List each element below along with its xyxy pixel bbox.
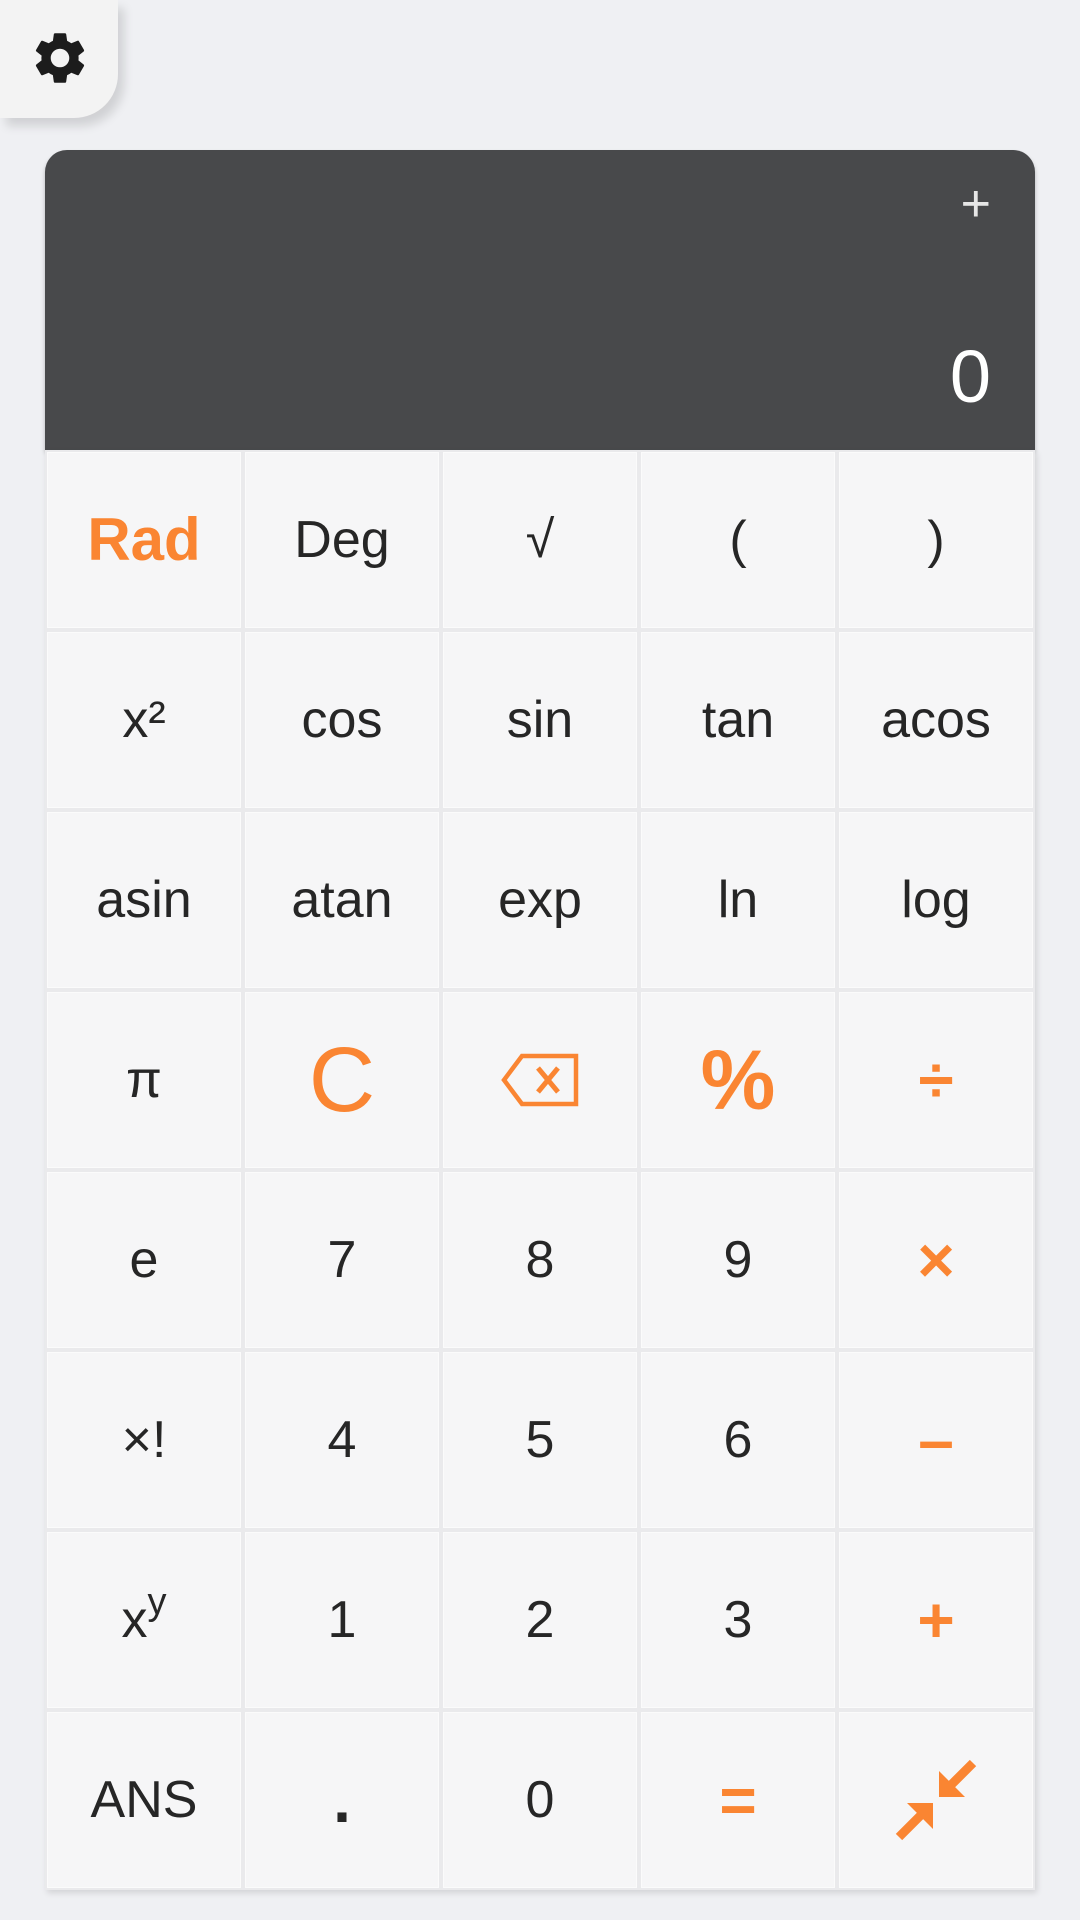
minus-button[interactable]: –	[837, 1350, 1035, 1530]
digit-1-button[interactable]: 1	[243, 1530, 441, 1710]
percent-button[interactable]: %	[639, 990, 837, 1170]
power-button[interactable]: xy	[45, 1530, 243, 1710]
digit-8-button[interactable]: 8	[441, 1170, 639, 1350]
digit-5-button[interactable]: 5	[441, 1350, 639, 1530]
settings-button[interactable]	[0, 0, 118, 118]
backspace-button[interactable]	[441, 990, 639, 1170]
gear-icon	[27, 29, 91, 89]
sqrt-button[interactable]: √	[441, 450, 639, 630]
power-exponent: y	[147, 1581, 167, 1623]
pi-button[interactable]: π	[45, 990, 243, 1170]
digit-4-button[interactable]: 4	[243, 1350, 441, 1530]
backspace-icon	[500, 1052, 580, 1108]
right-paren-button[interactable]: )	[837, 450, 1035, 630]
ans-button[interactable]: ANS	[45, 1710, 243, 1890]
sin-button[interactable]: sin	[441, 630, 639, 810]
cos-button[interactable]: cos	[243, 630, 441, 810]
factorial-button[interactable]: ×!	[45, 1350, 243, 1530]
digit-0-button[interactable]: 0	[441, 1710, 639, 1890]
clear-button[interactable]: C	[243, 990, 441, 1170]
divide-button[interactable]: ÷	[837, 990, 1035, 1170]
log-button[interactable]: log	[837, 810, 1035, 990]
power-base: x	[121, 1591, 148, 1649]
deg-button[interactable]: Deg	[243, 450, 441, 630]
left-paren-button[interactable]: (	[639, 450, 837, 630]
pending-operator: +	[960, 175, 991, 233]
multiply-button[interactable]: ×	[837, 1170, 1035, 1350]
atan-button[interactable]: atan	[243, 810, 441, 990]
equals-button[interactable]: =	[639, 1710, 837, 1890]
digit-2-button[interactable]: 2	[441, 1530, 639, 1710]
ln-button[interactable]: ln	[639, 810, 837, 990]
collapse-icon	[891, 1755, 981, 1845]
square-button[interactable]: x²	[45, 630, 243, 810]
display-value: 0	[949, 335, 991, 418]
digit-3-button[interactable]: 3	[639, 1530, 837, 1710]
digit-7-button[interactable]: 7	[243, 1170, 441, 1350]
plus-button[interactable]: +	[837, 1530, 1035, 1710]
rad-button[interactable]: Rad	[45, 450, 243, 630]
display-panel: + 0	[45, 150, 1035, 450]
tan-button[interactable]: tan	[639, 630, 837, 810]
acos-button[interactable]: acos	[837, 630, 1035, 810]
exp-button[interactable]: exp	[441, 810, 639, 990]
collapse-button[interactable]	[837, 1710, 1035, 1890]
digit-9-button[interactable]: 9	[639, 1170, 837, 1350]
e-button[interactable]: e	[45, 1170, 243, 1350]
decimal-button[interactable]: .	[243, 1710, 441, 1890]
asin-button[interactable]: asin	[45, 810, 243, 990]
keypad: Rad Deg √ ( ) x² cos sin tan acos asin a…	[45, 450, 1035, 1890]
digit-6-button[interactable]: 6	[639, 1350, 837, 1530]
